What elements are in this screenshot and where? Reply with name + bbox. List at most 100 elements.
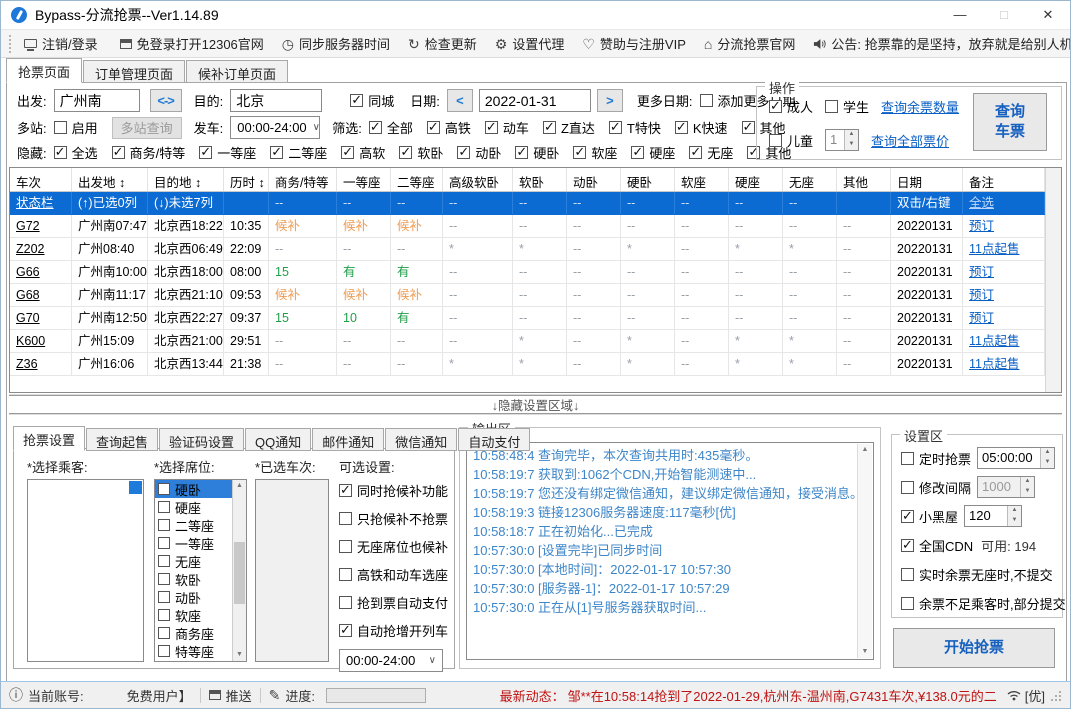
spinner-up-icon[interactable]: ▲: [1021, 477, 1034, 487]
column-header[interactable]: 出发地 ↕: [72, 168, 148, 191]
train-number-link[interactable]: G70: [10, 307, 72, 329]
settings-tab-4[interactable]: QQ通知: [245, 428, 311, 451]
settings-tab-5[interactable]: 邮件通知: [312, 428, 384, 451]
column-header[interactable]: 硬座: [729, 168, 783, 191]
date-input[interactable]: [479, 89, 591, 112]
hide-checkbox[interactable]: 无座: [689, 143, 733, 162]
filter-checkbox[interactable]: T特快: [609, 118, 661, 137]
column-header[interactable]: 其他: [837, 168, 891, 191]
train-number-link[interactable]: Z36: [10, 353, 72, 375]
stepper-arrows[interactable]: ▲▼: [1020, 477, 1034, 497]
menu-item-6[interactable]: ♡赞助与注册VIP: [573, 34, 695, 53]
column-header[interactable]: 高级软卧: [443, 168, 513, 191]
action-link[interactable]: 预订: [963, 261, 1045, 283]
action-link[interactable]: 预订: [963, 284, 1045, 306]
filter-checkbox[interactable]: Z直达: [543, 118, 595, 137]
enable-multi-checkbox[interactable]: 启用: [54, 118, 98, 137]
hide-checkbox[interactable]: 硬卧: [515, 143, 559, 162]
action-link[interactable]: 预订: [963, 215, 1045, 237]
hide-checkbox[interactable]: 二等座: [270, 143, 327, 162]
setting-checkbox[interactable]: 定时抢票: [901, 449, 971, 468]
settings-tab-6[interactable]: 微信通知: [385, 428, 457, 451]
seat-listbox[interactable]: 硬卧硬座二等座一等座无座软卧动卧软座商务座特等座: [154, 479, 247, 662]
next-date-button[interactable]: >: [597, 89, 623, 112]
grab-time-range-select[interactable]: 00:00-24:00 ∨: [339, 649, 443, 672]
option-checkbox[interactable]: 高铁和动车选座: [339, 565, 448, 584]
scroll-down-icon[interactable]: [858, 646, 872, 658]
column-header[interactable]: 软卧: [513, 168, 567, 191]
menu-item-2[interactable]: 免登录打开12306官网: [111, 34, 273, 53]
scroll-up-icon[interactable]: [233, 480, 246, 492]
filter-checkbox[interactable]: 高铁: [427, 118, 471, 137]
option-checkbox[interactable]: 抢到票自动支付: [339, 593, 448, 612]
hide-checkbox[interactable]: 高软: [341, 143, 385, 162]
student-checkbox[interactable]: 学生: [825, 97, 869, 116]
setting-checkbox[interactable]: 实时余票无座时,不提交: [901, 565, 1053, 584]
hide-checkbox[interactable]: 软座: [573, 143, 617, 162]
settings-tab-1[interactable]: 抢票设置: [13, 426, 85, 451]
dest-station-input[interactable]: [230, 89, 322, 112]
stepper-arrows[interactable]: ▲▼: [844, 130, 858, 150]
option-checkbox[interactable]: 自动抢增开列车: [339, 621, 448, 640]
column-header[interactable]: 二等座: [391, 168, 443, 191]
menu-item-4[interactable]: ↻检查更新: [399, 34, 486, 53]
spinner-down-icon[interactable]: ▼: [1008, 516, 1021, 526]
scroll-down-icon[interactable]: [233, 649, 246, 661]
query-tickets-button[interactable]: 查询 车票: [973, 93, 1047, 151]
setting-checkbox[interactable]: 全国CDN: [901, 536, 973, 555]
seat-option[interactable]: 软卧: [155, 570, 232, 588]
main-tab-2[interactable]: 订单管理页面: [83, 60, 185, 83]
spinner-down-icon[interactable]: ▼: [1021, 487, 1034, 497]
selected-trains-listbox[interactable]: [255, 479, 329, 662]
column-header[interactable]: 日期: [891, 168, 963, 191]
seat-option[interactable]: 一等座: [155, 534, 232, 552]
train-number-link[interactable]: G68: [10, 284, 72, 306]
table-row[interactable]: K600广州15:09北京西21:0029:51--------*--*--**…: [10, 330, 1045, 353]
setting-checkbox[interactable]: 小黑屋: [901, 507, 958, 526]
action-link[interactable]: 预订: [963, 307, 1045, 329]
hide-checkbox[interactable]: 硬座: [631, 143, 675, 162]
column-header[interactable]: 一等座: [337, 168, 391, 191]
option-checkbox[interactable]: 同时抢候补功能: [339, 481, 448, 500]
train-number-link[interactable]: G66: [10, 261, 72, 283]
setting-checkbox[interactable]: 余票不足乘客时,部分提交: [901, 594, 1066, 613]
settings-tab-3[interactable]: 验证码设置: [159, 428, 244, 451]
option-checkbox[interactable]: 只抢候补不抢票: [339, 509, 448, 528]
minimize-button[interactable]: —: [938, 1, 982, 29]
same-city-checkbox[interactable]: 同城: [350, 91, 394, 110]
main-tab-1[interactable]: 抢票页面: [6, 58, 82, 83]
table-row[interactable]: G66广州南10:00北京西18:0008:0015有有------------…: [10, 261, 1045, 284]
seat-option[interactable]: 无座: [155, 552, 232, 570]
hide-checkbox[interactable]: 全选: [54, 143, 98, 162]
column-header[interactable]: 车次: [10, 168, 72, 191]
child-checkbox[interactable]: 儿童: [769, 131, 813, 150]
scrollbar-thumb[interactable]: [234, 542, 245, 604]
train-number-link[interactable]: Z202: [10, 238, 72, 260]
depart-time-select[interactable]: 00:00-24:00 ∨: [230, 116, 320, 139]
multi-station-query-button[interactable]: 多站查询: [112, 117, 182, 139]
hide-checkbox[interactable]: 一等座: [199, 143, 256, 162]
seat-option[interactable]: 硬座: [155, 498, 232, 516]
seat-option[interactable]: 软座: [155, 606, 232, 624]
column-header[interactable]: 历时 ↕: [224, 168, 269, 191]
column-header[interactable]: 备注: [963, 168, 1045, 191]
adult-checkbox[interactable]: 成人: [769, 97, 813, 116]
close-button[interactable]: ✕: [1026, 1, 1070, 29]
output-scrollbar[interactable]: [857, 444, 872, 658]
menu-item-5[interactable]: ⚙设置代理: [486, 34, 574, 53]
train-number-link[interactable]: K600: [10, 330, 72, 352]
push-button[interactable]: 推送: [209, 686, 252, 705]
seat-option[interactable]: 二等座: [155, 516, 232, 534]
menu-item-3[interactable]: ◷同步服务器时间: [273, 34, 399, 53]
table-vertical-scrollbar[interactable]: [1045, 168, 1061, 392]
prev-date-button[interactable]: <: [447, 89, 473, 112]
maximize-button[interactable]: □: [982, 1, 1026, 29]
passenger-listbox[interactable]: [27, 479, 144, 662]
settings-tab-7[interactable]: 自动支付: [458, 428, 530, 451]
seat-option[interactable]: 商务座: [155, 624, 232, 642]
seat-list-scrollbar[interactable]: [232, 480, 246, 661]
spinner-up-icon[interactable]: ▲: [1008, 506, 1021, 516]
stepper-arrows[interactable]: ▲▼: [1007, 506, 1021, 526]
main-tab-3[interactable]: 候补订单页面: [186, 60, 288, 83]
setting-checkbox[interactable]: 修改间隔: [901, 478, 971, 497]
